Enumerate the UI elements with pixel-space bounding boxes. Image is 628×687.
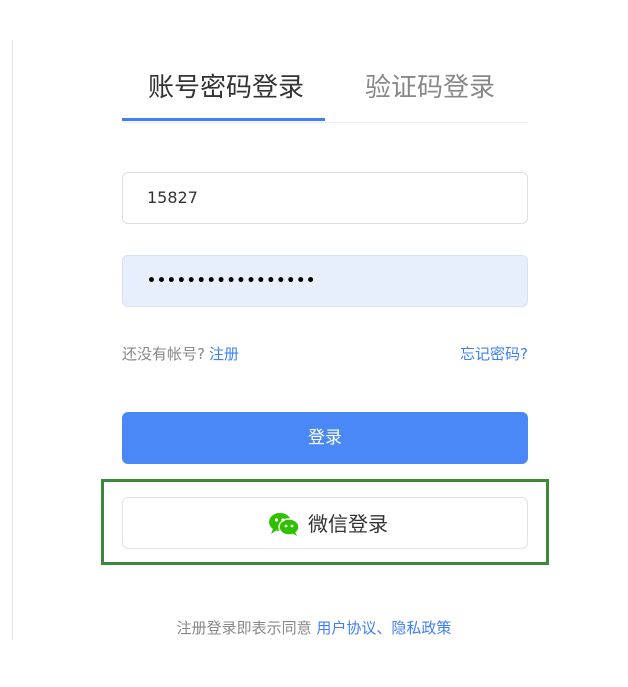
login-button[interactable]: 登录 — [122, 412, 528, 464]
username-input[interactable]: 15827 — [122, 172, 528, 224]
wechat-icon — [269, 513, 300, 536]
login-page: 账号密码登录 验证码登录 15827 ••••••••••••••••• 还没有… — [0, 0, 628, 687]
password-input[interactable]: ••••••••••••••••• — [122, 255, 528, 307]
register-link[interactable]: 注册 — [209, 345, 239, 363]
user-agreement-link[interactable]: 用户协议 — [316, 619, 376, 637]
login-tabs: 账号密码登录 验证码登录 — [122, 60, 528, 123]
agreement-separator: 、 — [376, 619, 392, 637]
wechat-login-button[interactable]: 微信登录 — [122, 497, 528, 549]
agreement-notice: 注册登录即表示同意 用户协议、隐私政策 — [0, 617, 628, 639]
no-account-prompt: 还没有帐号? 注册 — [122, 342, 239, 366]
forgot-password-link[interactable]: 忘记密码? — [460, 342, 528, 366]
privacy-policy-link[interactable]: 隐私政策 — [391, 619, 451, 637]
active-tab-indicator — [122, 118, 325, 121]
wechat-login-label: 微信登录 — [308, 512, 388, 536]
account-links-row: 还没有帐号? 注册 忘记密码? — [122, 342, 528, 366]
tab-account-password-login[interactable]: 账号密码登录 — [148, 72, 304, 104]
tab-verification-code-login[interactable]: 验证码登录 — [365, 72, 495, 104]
panel-divider — [12, 40, 13, 640]
no-account-text: 还没有帐号? — [122, 345, 205, 363]
agreement-prefix: 注册登录即表示同意 — [176, 619, 312, 637]
